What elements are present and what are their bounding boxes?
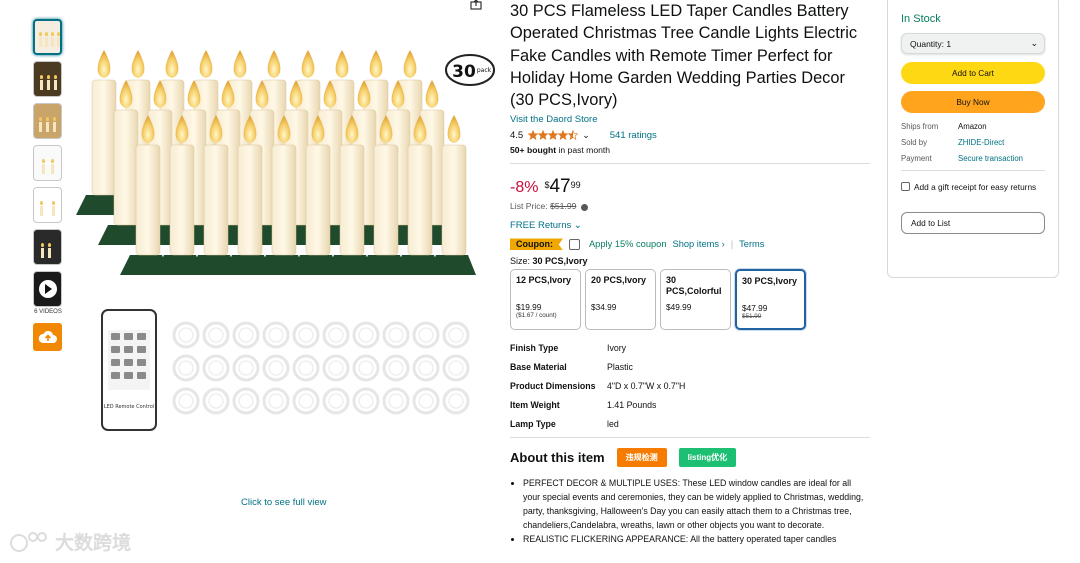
gift-receipt-option[interactable]: Add a gift receipt for easy returns <box>901 181 1045 194</box>
about-title: About this item <box>510 449 605 465</box>
separator: | <box>730 239 734 250</box>
spec-table: Finish Type Ivory Base Material Plastic Pr… <box>510 342 870 431</box>
divider <box>510 437 870 439</box>
play-icon <box>38 280 57 298</box>
star-rating-icon[interactable] <box>528 130 579 141</box>
feature-bullets: PERFECT DECOR & MULTIPLE USES: These LED… <box>510 476 870 546</box>
seller-info: Ships from Amazon Sold by ZHIDE-Direct Pay… <box>901 122 1024 163</box>
product-title: 30 PCS Flameless LED Taper Candles Batte… <box>510 2 858 110</box>
candle <box>407 144 433 256</box>
listing-optimize-button[interactable]: listing优化 <box>678 447 737 467</box>
divider <box>510 163 870 165</box>
candle <box>339 144 365 256</box>
candle <box>169 144 195 256</box>
stock-status: In Stock <box>901 13 941 25</box>
store-link[interactable]: Visit the Daord Store <box>510 114 870 125</box>
gift-checkbox[interactable] <box>901 182 910 191</box>
candle <box>441 144 467 256</box>
apply-coupon-label[interactable]: Apply 15% coupon <box>589 239 667 249</box>
size-option[interactable]: 20 PCS,Ivory $34.99 <box>585 269 656 331</box>
shop-items-link[interactable]: Shop items › <box>673 239 725 249</box>
videos-count-label: 6 VIDEOS <box>34 309 62 315</box>
cloud-upload-icon <box>38 330 57 343</box>
thumbnail-6[interactable] <box>33 229 62 265</box>
video-thumbnail[interactable] <box>33 271 62 307</box>
thumbnail-5[interactable] <box>33 187 62 223</box>
size-option[interactable]: 12 PCS,Ivory $19.99 ($1.67 / count) <box>510 269 581 331</box>
watermark-icon <box>10 531 47 552</box>
free-returns-link[interactable]: FREE Returns ⌄ <box>510 220 870 231</box>
chevron-down-icon[interactable]: ⌄ <box>582 130 590 141</box>
buy-now-button[interactable]: Buy Now <box>901 91 1045 113</box>
candles-illustration: LED Remote Control 30 pack <box>76 50 495 431</box>
payment-link[interactable]: Secure transaction <box>958 154 1023 163</box>
thumbnail-2[interactable] <box>33 61 62 97</box>
terms-link[interactable]: Terms <box>739 239 764 249</box>
product-details: 30 PCS Flameless LED Taper Candles Batte… <box>510 0 870 546</box>
thumbnail-strip: 6 VIDEOS <box>33 19 63 351</box>
rating-value: 4.5 <box>510 129 524 141</box>
bought-in-past-month: 50+ bought in past month <box>510 145 611 156</box>
chevron-down-icon: ⌄ <box>573 220 582 232</box>
size-label: Size: 30 PCS,Ivory <box>510 256 588 267</box>
main-product-image[interactable]: LED Remote Control 30 pack <box>74 30 500 470</box>
spec-row: Finish Type Ivory <box>510 343 627 354</box>
ratings-count-link[interactable]: 541 ratings <box>610 130 657 141</box>
svg-text:pack: pack <box>477 67 492 74</box>
add-to-list-button[interactable]: Add to List <box>901 212 1045 234</box>
candle <box>113 109 139 226</box>
coupon-badge: Coupon: <box>510 238 563 251</box>
size-option-selected[interactable]: 30 PCS,Ivory $47.99 $51.99 <box>735 269 806 331</box>
candle <box>271 144 297 256</box>
spec-row: Product Dimensions 4"D x 0.7"W x 0.7"H <box>510 381 686 392</box>
chevron-down-icon: ⌄ <box>1030 38 1038 48</box>
rating-row: 4.5 ⌄ 541 ratings <box>510 128 870 142</box>
list-item: REALISTIC FLICKERING APPEARANCE: All the… <box>523 532 870 546</box>
upload-button[interactable] <box>33 323 62 351</box>
click-full-view-link[interactable]: Click to see full view <box>241 497 327 508</box>
share-icon[interactable] <box>470 0 482 10</box>
about-header: About this item 违规检测 listing优化 <box>510 446 870 468</box>
buy-box: In Stock Quantity: 1 ⌄ Add to Cart Buy N… <box>887 0 1059 278</box>
spec-row: Item Weight 1.41 Pounds <box>510 400 657 411</box>
spec-row: Lamp Type led <box>510 419 619 430</box>
candle <box>91 79 117 196</box>
thumbnail-3[interactable] <box>33 103 62 139</box>
svg-text:LED Remote Control: LED Remote Control <box>104 404 154 410</box>
violation-check-button[interactable]: 违规检测 <box>616 447 667 467</box>
quantity-select[interactable]: Quantity: 1 ⌄ <box>901 33 1045 54</box>
discount-percent: -8% <box>510 179 539 197</box>
thumbnail-4[interactable] <box>33 145 62 181</box>
list-item: PERFECT DECOR & MULTIPLE USES: These LED… <box>523 476 870 532</box>
seller-link[interactable]: ZHIDE-Direct <box>958 138 1004 147</box>
candle <box>237 144 263 256</box>
info-icon[interactable] <box>580 203 588 211</box>
candle <box>373 144 399 256</box>
svg-text:30: 30 <box>452 62 476 82</box>
candle <box>203 144 229 256</box>
size-option[interactable]: 30 PCS,Colorful $49.99 <box>660 269 731 331</box>
price-row: -8% $ 47 99 <box>510 177 870 201</box>
divider <box>901 170 1045 171</box>
watermark-logo: 大数跨境 <box>9 528 131 555</box>
coupon-checkbox[interactable] <box>568 238 580 250</box>
list-price: List Price: $51.99 <box>510 201 870 211</box>
size-options: 12 PCS,Ivory $19.99 ($1.67 / count) 20 P… <box>510 269 870 331</box>
candle <box>305 144 331 256</box>
add-to-cart-button[interactable]: Add to Cart <box>901 62 1045 84</box>
coupon-row: Coupon: Apply 15% coupon Shop items › | … <box>510 237 870 251</box>
price: $ 47 99 <box>544 176 581 198</box>
thumbnail-1[interactable] <box>33 19 62 55</box>
candle <box>135 144 161 256</box>
spec-row: Base Material Plastic <box>510 362 633 373</box>
